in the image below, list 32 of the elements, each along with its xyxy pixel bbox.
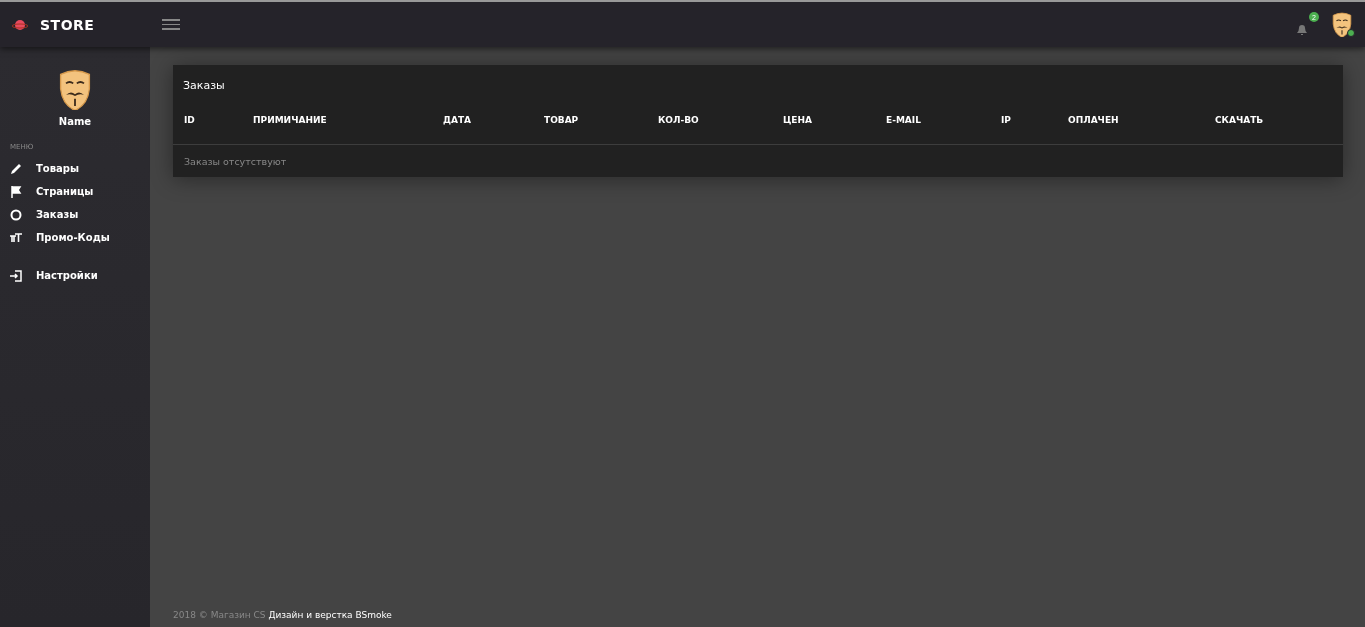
mask-avatar-icon: [1331, 11, 1353, 38]
footer-text: 2018 © Магазин CS Дизайн и верстка BSmoke: [173, 610, 393, 620]
mask-avatar-icon: [57, 69, 93, 111]
column-header: КОЛ-ВО: [658, 115, 700, 127]
user-name: Name: [58, 116, 92, 128]
ring-icon: [10, 208, 22, 221]
column-header: ОПЛАЧЕН: [1068, 115, 1120, 127]
sidebar-item[interactable]: Промо-Коды: [0, 226, 150, 250]
sign-in-icon: [10, 269, 22, 282]
text-size-icon: [10, 232, 22, 243]
online-status-dot: [1347, 29, 1355, 38]
column-header: ID: [184, 115, 196, 127]
column-header: ПРИМИЧАНИЕ: [253, 115, 328, 127]
column-header: IP: [1001, 115, 1012, 127]
column-header: E-MAIL: [886, 115, 922, 127]
footer-link[interactable]: Дизайн и верстка BSmoke: [268, 610, 392, 620]
flag-icon: [10, 185, 22, 198]
bell-icon: [1295, 22, 1309, 37]
card-title: Заказы: [182, 78, 226, 92]
logo-text: STORE: [40, 16, 95, 33]
empty-message: Заказы отсутствуют: [183, 155, 288, 169]
column-header: СКАЧАТЬ: [1215, 115, 1265, 127]
column-header: ЦЕНА: [783, 115, 813, 127]
sidebar-item[interactable]: Настройки: [0, 264, 150, 288]
sidebar-item[interactable]: Заказы: [0, 203, 150, 227]
menu-icon[interactable]: [162, 17, 180, 32]
sidebar-item[interactable]: Страницы: [0, 180, 150, 204]
sidebar-item[interactable]: Товары: [0, 157, 150, 181]
pencil-icon: [10, 162, 22, 175]
column-header: ДАТА: [443, 115, 473, 127]
planet-logo-icon: [12, 18, 28, 31]
column-header: ТОВАР: [544, 115, 580, 127]
